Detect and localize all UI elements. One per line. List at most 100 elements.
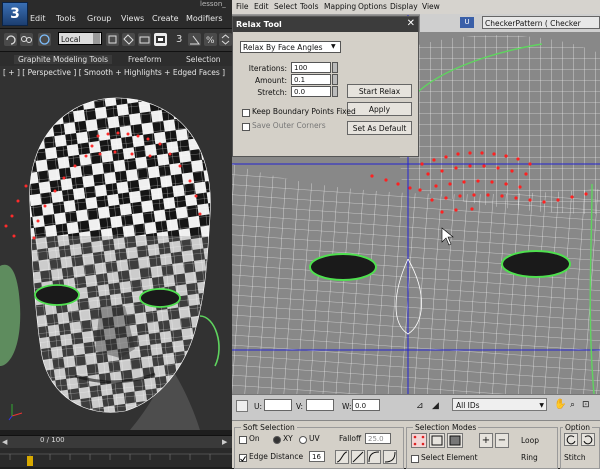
uv-radio[interactable] bbox=[299, 436, 307, 444]
uv-menu-select[interactable]: Select bbox=[274, 2, 297, 11]
shrink-selection-button[interactable]: − bbox=[495, 433, 509, 448]
uv-menu-options[interactable]: Options bbox=[358, 2, 387, 11]
soft-on-checkbox[interactable] bbox=[239, 436, 247, 444]
falloff-smooth-button[interactable] bbox=[335, 450, 349, 464]
apply-button[interactable]: Apply bbox=[347, 102, 412, 116]
stretch-spinner[interactable] bbox=[332, 86, 338, 97]
trackbar[interactable] bbox=[0, 448, 232, 467]
edge-distance-checkbox[interactable] bbox=[239, 454, 247, 462]
start-relax-button[interactable]: Start Relax bbox=[347, 84, 412, 98]
title-strip: lesson_ bbox=[0, 0, 232, 10]
uv-label: UV bbox=[309, 434, 320, 443]
u-field[interactable] bbox=[264, 399, 292, 411]
spinner-snap-icon[interactable] bbox=[219, 33, 232, 46]
soft-selection-group: Soft Selection On XY UV Falloff 25.0 Edg… bbox=[234, 423, 404, 469]
stretch-field[interactable]: 0.0 bbox=[291, 86, 331, 97]
menu-group[interactable]: Group bbox=[87, 14, 111, 23]
falloff-fast-button[interactable] bbox=[383, 450, 397, 464]
rotate-icon[interactable] bbox=[38, 33, 51, 46]
filter-icon[interactable]: ◢ bbox=[432, 401, 444, 413]
absolute-mode-icon[interactable] bbox=[236, 400, 248, 412]
chevron-down-icon: ▼ bbox=[331, 43, 336, 50]
selection-modes-group: Selection Modes + − Loop Select Element … bbox=[406, 423, 558, 469]
keyboard-shortcut-icon[interactable] bbox=[138, 33, 151, 46]
relax-titlebar[interactable]: Relax Tool ✕ bbox=[233, 17, 418, 32]
uv-menu-display[interactable]: Display bbox=[390, 2, 418, 11]
material-id-dropdown[interactable]: All IDs ▼ bbox=[452, 398, 547, 411]
pan-hand-icon[interactable]: ✋ bbox=[554, 399, 566, 411]
rotate-cw-icon[interactable] bbox=[581, 433, 595, 446]
rotate-ccw-icon[interactable] bbox=[564, 433, 578, 446]
uvw-icon[interactable]: U bbox=[460, 17, 474, 28]
xy-radio[interactable] bbox=[273, 436, 281, 444]
face-mode-button[interactable] bbox=[447, 433, 463, 448]
head-mesh-render bbox=[0, 97, 220, 430]
save-outer-corners-checkbox[interactable] bbox=[242, 123, 250, 131]
svg-text:%: % bbox=[206, 36, 215, 46]
lock-icon[interactable]: ⊿ bbox=[416, 401, 428, 413]
app-logo[interactable]: 3 bbox=[2, 2, 28, 26]
amount-field[interactable]: 0.1 bbox=[291, 74, 331, 85]
percent-snap-icon[interactable]: % bbox=[204, 33, 217, 46]
viewport-label[interactable]: [ + ] [ Perspective ] [ Smooth + Highlig… bbox=[3, 68, 225, 77]
edge-distance-field[interactable]: 16 bbox=[309, 451, 325, 462]
save-outer-corners-label: Save Outer Corners bbox=[252, 121, 326, 130]
select-element-label: Select Element bbox=[421, 453, 478, 462]
tab-freeform[interactable]: Freeform bbox=[128, 55, 161, 64]
render-frame-icon[interactable] bbox=[154, 33, 167, 46]
zoom-region-icon[interactable]: ⊡ bbox=[582, 400, 592, 410]
soft-selection-title: Soft Selection bbox=[241, 423, 297, 432]
select-manipulate-icon[interactable] bbox=[122, 33, 135, 46]
zoom-icon[interactable]: ⌕ bbox=[570, 400, 580, 410]
uv-menu-mapping[interactable]: Mapping bbox=[324, 2, 356, 11]
xy-label: XY bbox=[283, 434, 293, 443]
main-toolbar: 3 % bbox=[0, 29, 232, 52]
select-link-icon[interactable] bbox=[20, 33, 33, 46]
w-field[interactable]: 0.0 bbox=[352, 399, 380, 411]
loop-label[interactable]: Loop bbox=[521, 436, 539, 445]
falloff-linear-button[interactable] bbox=[351, 450, 365, 464]
selection-modes-title: Selection Modes bbox=[413, 423, 479, 432]
perspective-viewport[interactable] bbox=[0, 66, 232, 430]
pivot-icon[interactable] bbox=[106, 33, 119, 46]
uv-menu-tools[interactable]: Tools bbox=[300, 2, 318, 11]
tab-graphite-modeling[interactable]: Graphite Modeling Tools bbox=[14, 55, 113, 64]
menu-edit[interactable]: Edit bbox=[30, 14, 46, 23]
time-prev-icon[interactable]: ◀ bbox=[2, 438, 10, 446]
grow-selection-button[interactable]: + bbox=[479, 433, 493, 448]
chevron-down-icon bbox=[93, 33, 100, 44]
set-as-default-button[interactable]: Set As Default bbox=[347, 121, 412, 135]
reference-coord-value: Local bbox=[61, 35, 81, 44]
iterations-label: Iterations: bbox=[248, 64, 287, 73]
menu-modifiers[interactable]: Modifiers bbox=[186, 14, 223, 23]
uv-menu-view[interactable]: View bbox=[422, 2, 440, 11]
close-icon[interactable]: ✕ bbox=[407, 18, 415, 29]
select-element-checkbox[interactable] bbox=[411, 455, 419, 463]
stitch-options-title: Option bbox=[563, 423, 593, 432]
falloff-slow-button[interactable] bbox=[367, 450, 381, 464]
amount-spinner[interactable] bbox=[332, 74, 338, 85]
edge-mode-button[interactable] bbox=[429, 433, 445, 448]
chevron-down-icon: ▼ bbox=[539, 402, 544, 409]
angle-snap-icon[interactable] bbox=[188, 33, 201, 46]
relax-method-dropdown[interactable]: Relax By Face Angles ▼ bbox=[240, 41, 341, 53]
iterations-field[interactable]: 100 bbox=[291, 62, 331, 73]
texture-dropdown[interactable]: CheckerPattern ( Checker bbox=[482, 16, 600, 29]
undo-icon[interactable] bbox=[4, 33, 17, 46]
menu-create[interactable]: Create bbox=[152, 14, 179, 23]
v-field[interactable] bbox=[306, 399, 334, 411]
uv-menu-edit[interactable]: Edit bbox=[254, 2, 269, 11]
keep-boundary-checkbox[interactable] bbox=[242, 109, 250, 117]
time-slider[interactable]: ◀ ▶ bbox=[0, 435, 232, 448]
vertex-mode-button[interactable] bbox=[411, 433, 427, 448]
menu-views[interactable]: Views bbox=[121, 14, 144, 23]
ring-label[interactable]: Ring bbox=[521, 453, 538, 462]
uv-menu-file[interactable]: File bbox=[236, 2, 249, 11]
menu-tools[interactable]: Tools bbox=[56, 14, 76, 23]
reference-coord-dropdown[interactable]: Local bbox=[58, 32, 102, 45]
iterations-spinner[interactable] bbox=[332, 62, 338, 73]
stitch-button[interactable]: Stitch bbox=[564, 453, 586, 462]
falloff-field[interactable]: 25.0 bbox=[365, 433, 391, 444]
tab-selection[interactable]: Selection bbox=[186, 55, 221, 64]
time-next-icon[interactable]: ▶ bbox=[222, 438, 230, 446]
